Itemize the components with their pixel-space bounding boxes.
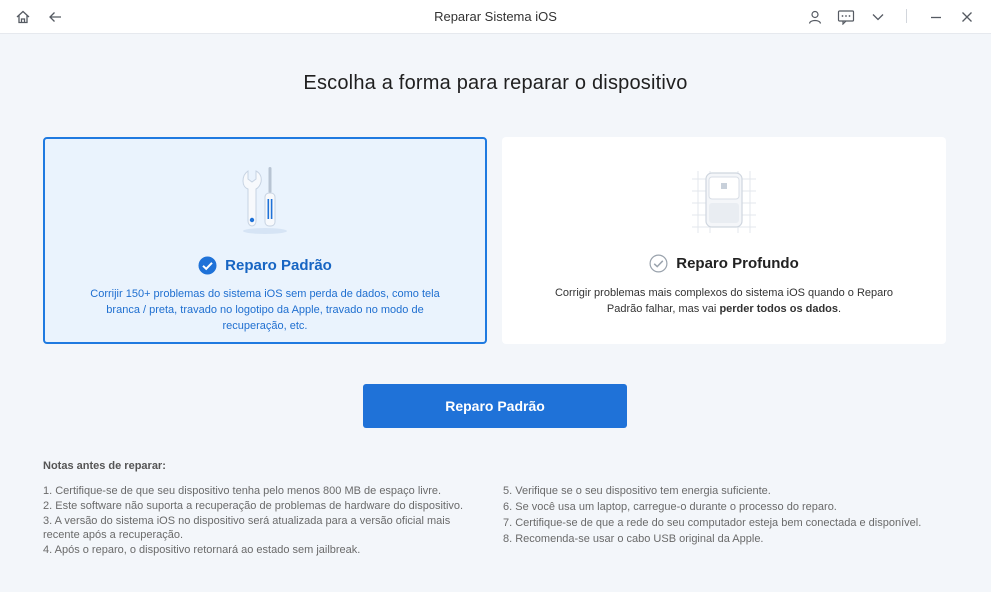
deep-repair-description: Corrigir problemas mais complexos do sis… xyxy=(552,285,896,317)
user-icon[interactable] xyxy=(805,7,825,27)
note-item: 8. Recomenda-se usar o cabo USB original… xyxy=(503,533,764,545)
titlebar-divider xyxy=(906,9,907,23)
close-icon[interactable] xyxy=(957,7,977,27)
note-item: 1. Certifique-se de que seu dispositivo … xyxy=(43,485,442,497)
standard-repair-card[interactable]: Reparo Padrão Corrijir 150+ problemas do… xyxy=(43,137,487,344)
standard-repair-title-row: Reparo Padrão xyxy=(45,256,485,275)
note-item: 2. Este software não suporta a recuperaç… xyxy=(43,500,464,512)
notes-left-column: 1. Certifique-se de que seu dispositivo … xyxy=(43,484,483,558)
note-item: 4. Após o reparo, o dispositivo retornar… xyxy=(43,544,361,556)
note-item: 6. Se você usa um laptop, carregue-o dur… xyxy=(503,501,837,513)
device-icon xyxy=(684,161,764,237)
standard-repair-description: Corrijir 150+ problemas do sistema iOS s… xyxy=(90,288,440,332)
deep-repair-card[interactable]: Reparo Profundo Corrigir problemas mais … xyxy=(502,137,946,344)
deep-repair-title-row: Reparo Profundo xyxy=(502,254,946,273)
notes-right-column: 5. Verifique se o seu dispositivo tem en… xyxy=(503,484,963,548)
notes-title: Notas antes de reparar: xyxy=(43,460,166,472)
standard-repair-title: Reparo Padrão xyxy=(225,257,332,274)
note-item: 3. A versão do sistema iOS no dispositiv… xyxy=(43,515,451,541)
minimize-icon[interactable] xyxy=(926,7,946,27)
tools-icon xyxy=(225,163,305,239)
deep-repair-desc-bold: perder todos os dados xyxy=(719,303,839,315)
note-item: 5. Verifique se o seu dispositivo tem en… xyxy=(503,485,771,497)
start-standard-repair-button[interactable]: Reparo Padrão xyxy=(363,384,627,428)
check-circle-icon xyxy=(198,256,217,275)
note-item: 7. Certifique-se de que a rede do seu co… xyxy=(503,517,922,529)
deep-repair-desc-suffix: . xyxy=(838,303,842,315)
page-heading: Escolha a forma para reparar o dispositi… xyxy=(303,72,688,94)
menu-chevron-icon[interactable] xyxy=(868,7,888,27)
feedback-icon[interactable] xyxy=(836,7,856,27)
deep-repair-title: Reparo Profundo xyxy=(676,255,799,272)
check-circle-outline-icon xyxy=(649,254,668,273)
title-bar: Reparar Sistema iOS xyxy=(0,0,991,34)
